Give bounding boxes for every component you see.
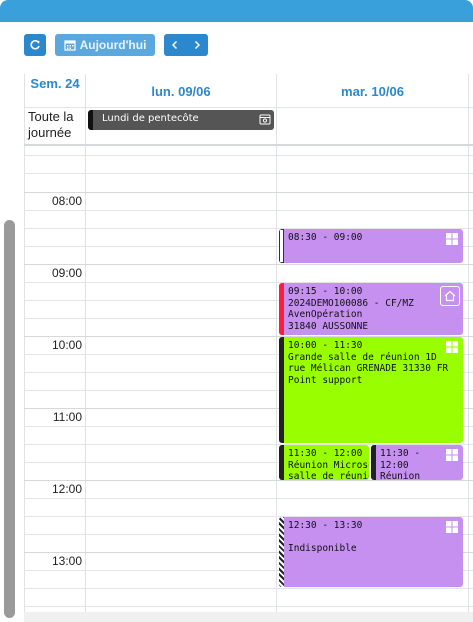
bottom-edge xyxy=(24,612,473,622)
event-line: 31840 AUSSONNE xyxy=(288,320,369,332)
time-label: 13:00 xyxy=(51,554,82,568)
event-line: rue Mélican GRENADE 31330 FR xyxy=(288,363,449,374)
day-header-tuesday[interactable]: mar. 10/06 xyxy=(277,74,468,108)
previous-week-button[interactable] xyxy=(164,34,186,56)
week-number: Sem. 24 xyxy=(30,76,80,91)
all-day-event-title: Lundi de pentecôte xyxy=(102,113,199,124)
event-line: Indisponible xyxy=(288,543,357,554)
event-line xyxy=(288,532,460,544)
time-label: 08:00 xyxy=(51,194,82,208)
all-day-event[interactable]: Lundi de pentecôte xyxy=(88,110,274,130)
time-label: 12:00 xyxy=(51,482,82,496)
all-day-label: Toute la journée xyxy=(28,109,74,140)
event-time: 09:15 - 10:00 xyxy=(288,286,363,297)
calendar-event[interactable]: 08:30 - 09:00 xyxy=(279,229,463,263)
event-line: AvenOpération xyxy=(288,309,363,320)
next-week-button[interactable] xyxy=(186,34,208,56)
day-header-monday[interactable]: lun. 09/06 xyxy=(86,74,276,108)
event-status-bar xyxy=(279,445,284,480)
calendar-icon xyxy=(63,40,76,51)
calendar-event[interactable]: 12:30 - 13:30 Indisponible xyxy=(279,517,463,587)
header-divider xyxy=(24,107,473,108)
event-time: 12:30 - 13:30 xyxy=(288,520,363,531)
all-day-divider xyxy=(24,144,473,146)
grid-line-day xyxy=(276,74,277,622)
event-time: 10:00 - 11:30 xyxy=(288,340,363,351)
windows-icon xyxy=(446,449,458,461)
calendar-event-icon xyxy=(259,114,271,125)
time-label: 11:00 xyxy=(52,410,82,424)
calendar-grid: Sem. 24 lun. 09/06 mar. 10/06 Toute la j… xyxy=(24,74,473,622)
event-line: Réunion Microsoft xyxy=(288,459,369,471)
grid-hour-line xyxy=(24,192,473,193)
vertical-scrollbar[interactable] xyxy=(4,220,15,618)
grid-hour-line xyxy=(24,264,473,265)
today-label: Aujourd'hui xyxy=(79,38,147,52)
grid-slot-line xyxy=(24,173,473,174)
grid-slot-line xyxy=(24,606,473,607)
chevron-left-icon xyxy=(171,40,178,50)
time-label: 09:00 xyxy=(51,266,82,280)
event-line: Grande salle de réunion 1D xyxy=(288,351,437,363)
windows-icon xyxy=(446,233,458,245)
home-icon xyxy=(440,286,460,306)
refresh-icon xyxy=(30,40,40,50)
grid-line-day xyxy=(468,74,469,622)
windows-icon xyxy=(446,521,458,533)
chevron-right-icon xyxy=(194,40,201,50)
event-line: 2024DEMO100086 - CF/MZ xyxy=(288,297,414,309)
event-status-bar xyxy=(371,445,376,480)
event-line: Réunion xyxy=(380,471,421,480)
calendar-event[interactable]: 11:30 - 12:00 Réunion xyxy=(371,445,463,480)
calendar-event[interactable]: 11:30 - 12:00 Réunion Microsoft salle de… xyxy=(279,445,369,480)
event-status-bar xyxy=(279,517,284,587)
grid-line-time-column xyxy=(85,74,86,622)
grid-slot-line xyxy=(24,210,473,211)
event-status-bar xyxy=(279,229,284,263)
window-header-bar xyxy=(0,0,473,22)
grid-slot-line xyxy=(24,155,473,156)
grid-slot-line xyxy=(24,588,473,589)
time-label: 10:00 xyxy=(51,338,82,352)
grid-slot-line xyxy=(24,498,473,499)
event-time: 08:30 - 09:00 xyxy=(288,232,363,243)
calendar-event[interactable]: 10:00 - 11:30 Grande salle de réunion 1D… xyxy=(279,337,463,443)
windows-icon xyxy=(446,341,458,353)
event-status-bar xyxy=(279,283,284,335)
event-time: 11:30 - 12:00 xyxy=(288,448,363,459)
calendar-event[interactable]: 09:15 - 10:00 2024DEMO100086 - CF/MZ Ave… xyxy=(279,283,463,335)
grid-hour-line xyxy=(24,480,473,481)
event-status-bar xyxy=(279,337,284,443)
event-line: salle de réunion xyxy=(288,471,369,480)
event-line: Point support xyxy=(288,374,363,386)
today-button[interactable]: Aujourd'hui xyxy=(55,34,155,56)
event-time: 11:30 - 12:00 xyxy=(380,448,421,471)
refresh-button[interactable] xyxy=(24,34,46,56)
